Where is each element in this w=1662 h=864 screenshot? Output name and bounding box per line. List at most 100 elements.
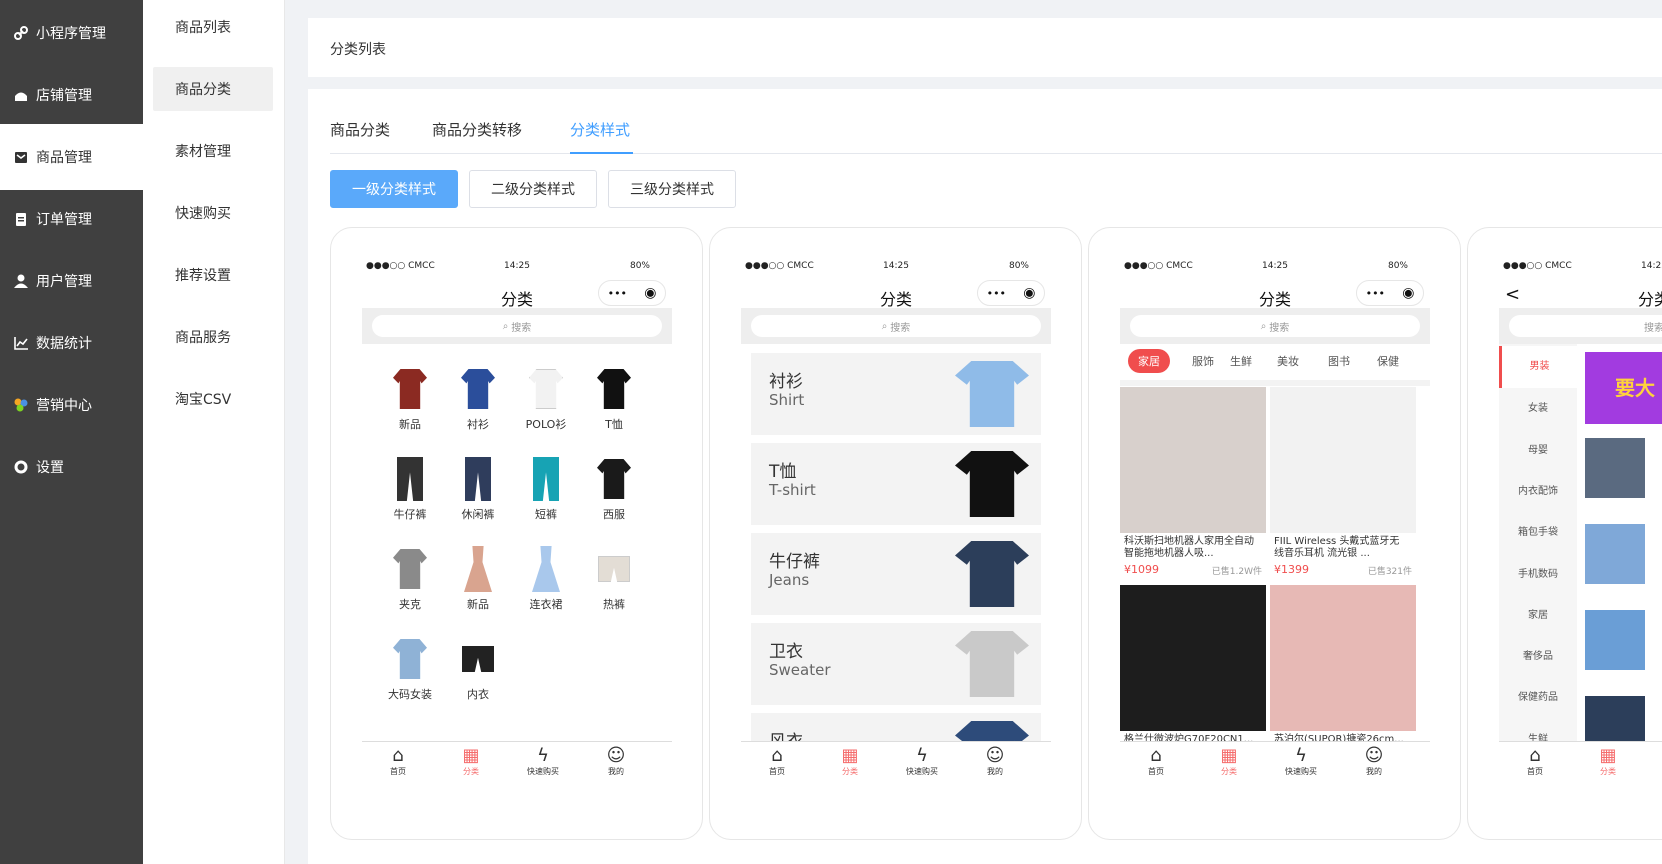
more-icon[interactable]: •••: [1366, 287, 1385, 300]
tabbar-item-category[interactable]: ▦ 分类: [1578, 746, 1638, 777]
tabbar-item-category[interactable]: ▦ 分类: [1199, 746, 1259, 777]
tabbar-item-home[interactable]: ⌂ 首页: [1505, 746, 1565, 777]
category-grid-item[interactable]: 热裤: [583, 542, 645, 612]
sidebar-item-product[interactable]: 商品管理: [0, 124, 143, 190]
tabbar-item-lightning[interactable]: ϟ快速购买: [892, 746, 952, 777]
sub-category-image[interactable]: [1585, 610, 1645, 670]
tab-category-transfer[interactable]: 商品分类转移: [432, 119, 522, 140]
left-category-item[interactable]: 女装: [1499, 399, 1577, 414]
left-category-item[interactable]: 内衣配饰: [1499, 482, 1577, 497]
left-category-item[interactable]: 箱包手袋: [1499, 523, 1577, 538]
category-grid-item[interactable]: T恤: [583, 362, 645, 432]
preview-phone-2[interactable]: ●●●○○ CMCC 14:25 80% 分类 ••• ◉ ⌕ 搜索 衬衫 Shirt T恤 T-sh…: [709, 227, 1082, 840]
tabbar-item-lightning[interactable]: ϟ快速购买: [1650, 746, 1662, 777]
search-input[interactable]: ⌕ 搜索: [372, 315, 662, 337]
subnav-item[interactable]: 商品服务: [153, 315, 273, 359]
subnav-item[interactable]: 素材管理: [153, 129, 273, 173]
category-grid-item[interactable]: 夹克: [379, 542, 441, 612]
category-tab[interactable]: 服饰: [1192, 353, 1214, 369]
left-category-item[interactable]: 家居: [1499, 606, 1577, 621]
sidebar-item-marketing[interactable]: 营销中心: [0, 372, 143, 438]
category-tab[interactable]: 美妆: [1277, 353, 1299, 369]
sidebar-icon-wrap: [12, 86, 30, 104]
category-grid-item[interactable]: POLO衫: [515, 362, 577, 432]
left-category-item[interactable]: 男装: [1499, 346, 1577, 388]
menu-capsule[interactable]: ••• ◉: [598, 280, 666, 306]
category-tab[interactable]: 生鲜: [1230, 353, 1252, 369]
sidebar-item-clipboard[interactable]: 订单管理: [0, 186, 143, 252]
level2-style-button[interactable]: 二级分类样式: [469, 170, 597, 208]
category-row[interactable]: 衬衫 Shirt: [751, 353, 1041, 435]
tab-goods-category[interactable]: 商品分类: [330, 119, 390, 140]
category-grid-item[interactable]: 大码女装: [379, 632, 441, 702]
tabbar-item-profile[interactable]: ☺ 我的: [586, 746, 646, 777]
sub-category-image[interactable]: [1585, 524, 1645, 584]
tabbar-item-home[interactable]: ⌂ 首页: [368, 746, 428, 777]
category-tab[interactable]: 保健: [1377, 353, 1399, 369]
product-card[interactable]: FIIL Wireless 头戴式蓝牙无 线音乐耳机 流光银 ... ¥1399 已…: [1270, 387, 1416, 583]
sidebar-item-link[interactable]: 小程序管理: [0, 0, 143, 66]
tabbar-item-category[interactable]: ▦ 分类: [441, 746, 501, 777]
more-icon[interactable]: •••: [608, 287, 627, 300]
subnav-item[interactable]: 推荐设置: [153, 253, 273, 297]
carrier-text: ●●●○○ CMCC: [745, 261, 814, 271]
category-grid-item[interactable]: 连衣裙: [515, 542, 577, 612]
category-grid-item[interactable]: 西服: [583, 452, 645, 522]
category-row[interactable]: T恤 T-shirt: [751, 443, 1041, 525]
sidebar-item-user[interactable]: 用户管理: [0, 248, 143, 314]
tab-category-style[interactable]: 分类样式: [570, 119, 630, 140]
target-icon[interactable]: ◉: [1023, 285, 1035, 301]
menu-capsule[interactable]: ••• ◉: [1356, 280, 1424, 306]
tabbar-item-profile[interactable]: ☺ 我的: [1344, 746, 1404, 777]
category-icon: ▦: [462, 745, 480, 766]
level1-style-button[interactable]: 一级分类样式: [330, 170, 458, 208]
more-icon[interactable]: •••: [987, 287, 1006, 300]
search-input[interactable]: ⌕ 搜索: [751, 315, 1041, 337]
tabbar-item-profile[interactable]: ☺ 我的: [965, 746, 1025, 777]
left-category-item[interactable]: 母婴: [1499, 441, 1577, 456]
subnav-item[interactable]: 商品分类: [153, 67, 273, 111]
category-grid-item[interactable]: 新品: [379, 362, 441, 432]
preview-phone-4[interactable]: ●●●○○ CMCC14:25<分类搜索男装女装母婴内衣配饰箱包手袋手机数码家居…: [1467, 227, 1662, 840]
preview-phone-1[interactable]: ●●●○○ CMCC 14:25 80% 分类 ••• ◉ ⌕ 搜索 新品 衬衫 POLO衫 T恤 牛仔…: [330, 227, 703, 840]
tabbar-item-category[interactable]: ▦ 分类: [820, 746, 880, 777]
left-category-item[interactable]: 保健药品: [1499, 688, 1577, 703]
category-row[interactable]: 卫衣 Sweater: [751, 623, 1041, 705]
tabbar-item-lightning[interactable]: ϟ快速购买: [1271, 746, 1331, 777]
target-icon[interactable]: ◉: [644, 285, 656, 301]
category-grid-item[interactable]: 休闲裤: [447, 452, 509, 522]
category-icon: ▦: [841, 745, 859, 766]
sub-category-image[interactable]: [1585, 438, 1645, 498]
category-grid-item[interactable]: 衬衫: [447, 362, 509, 432]
left-category-item[interactable]: 奢侈品: [1499, 647, 1577, 662]
search-input[interactable]: ⌕ 搜索: [1130, 315, 1420, 337]
left-category-item[interactable]: 手机数码: [1499, 565, 1577, 580]
level3-style-button[interactable]: 三级分类样式: [608, 170, 736, 208]
category-grid-item[interactable]: 新品: [447, 542, 509, 612]
category-tab[interactable]: 图书: [1328, 353, 1350, 369]
subnav-item[interactable]: 快速购买: [153, 191, 273, 235]
category-grid-item[interactable]: 牛仔裤: [379, 452, 441, 522]
category-grid-item[interactable]: 短裤: [515, 452, 577, 522]
preview-phone-3[interactable]: ●●●○○ CMCC 14:25 80% 分类 ••• ◉ ⌕ 搜索 家居 服饰 生鲜 美妆 图书 保健科…: [1088, 227, 1461, 840]
category-label: 衬衫: [467, 418, 489, 431]
category-grid-item[interactable]: 内衣: [447, 632, 509, 702]
sidebar-item-chart[interactable]: 数据统计: [0, 310, 143, 376]
subnav-item[interactable]: 淘宝CSV: [153, 377, 273, 421]
sub-sidebar: 商品列表商品分类素材管理快速购买推荐设置商品服务淘宝CSV: [143, 0, 285, 864]
category-row[interactable]: 牛仔裤 Jeans: [751, 533, 1041, 615]
category-tab[interactable]: 家居: [1128, 349, 1170, 373]
sidebar-item-store[interactable]: 店铺管理: [0, 62, 143, 128]
product-card[interactable]: 科沃斯扫地机器人家用全自动智能拖地机器人吸... ¥1099 已售1.2W件: [1120, 387, 1266, 583]
tabbar-item-lightning[interactable]: ϟ快速购买: [513, 746, 573, 777]
menu-capsule[interactable]: ••• ◉: [977, 280, 1045, 306]
promo-banner[interactable]: 要大: [1585, 352, 1662, 424]
tabbar-item-home[interactable]: ⌂ 首页: [747, 746, 807, 777]
tabbar-item-home[interactable]: ⌂ 首页: [1126, 746, 1186, 777]
sidebar-item-gear[interactable]: 设置: [0, 434, 143, 500]
target-icon[interactable]: ◉: [1402, 285, 1414, 301]
category-label: POLO衫: [525, 418, 567, 431]
subnav-item[interactable]: 商品列表: [153, 5, 273, 49]
search-input[interactable]: 搜索: [1509, 315, 1662, 337]
search-placeholder: 搜索: [1269, 322, 1290, 334]
